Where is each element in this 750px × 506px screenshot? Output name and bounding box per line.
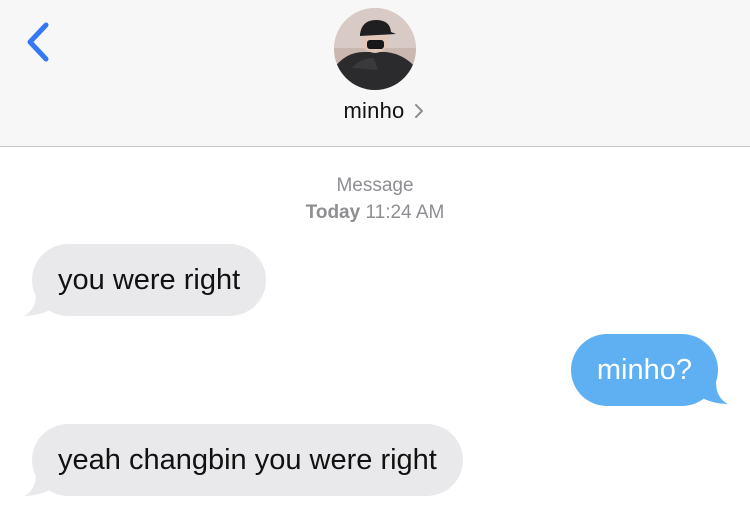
message-bubble-incoming[interactable]: yeah changbin you were right bbox=[32, 424, 463, 496]
back-button[interactable] bbox=[18, 14, 58, 70]
contact-name-row[interactable]: minho bbox=[0, 96, 750, 126]
message-bubble-outgoing[interactable]: minho? bbox=[570, 334, 718, 406]
date-label: Today bbox=[305, 202, 361, 223]
conversation-header: minho bbox=[0, 0, 750, 147]
time-label: 11:24 AM bbox=[365, 202, 445, 223]
message-bubble-incoming[interactable]: you were right bbox=[32, 244, 267, 316]
contact-name: minho bbox=[343, 98, 405, 123]
contact-avatar[interactable] bbox=[334, 8, 416, 90]
service-label: Message bbox=[336, 175, 414, 196]
avatar-photo bbox=[334, 8, 416, 90]
conversation-meta: Message Today 11:24 AM bbox=[0, 172, 750, 226]
chevron-right-icon bbox=[414, 103, 424, 119]
timestamp: Today 11:24 AM bbox=[0, 199, 750, 226]
chevron-left-icon bbox=[27, 22, 49, 62]
